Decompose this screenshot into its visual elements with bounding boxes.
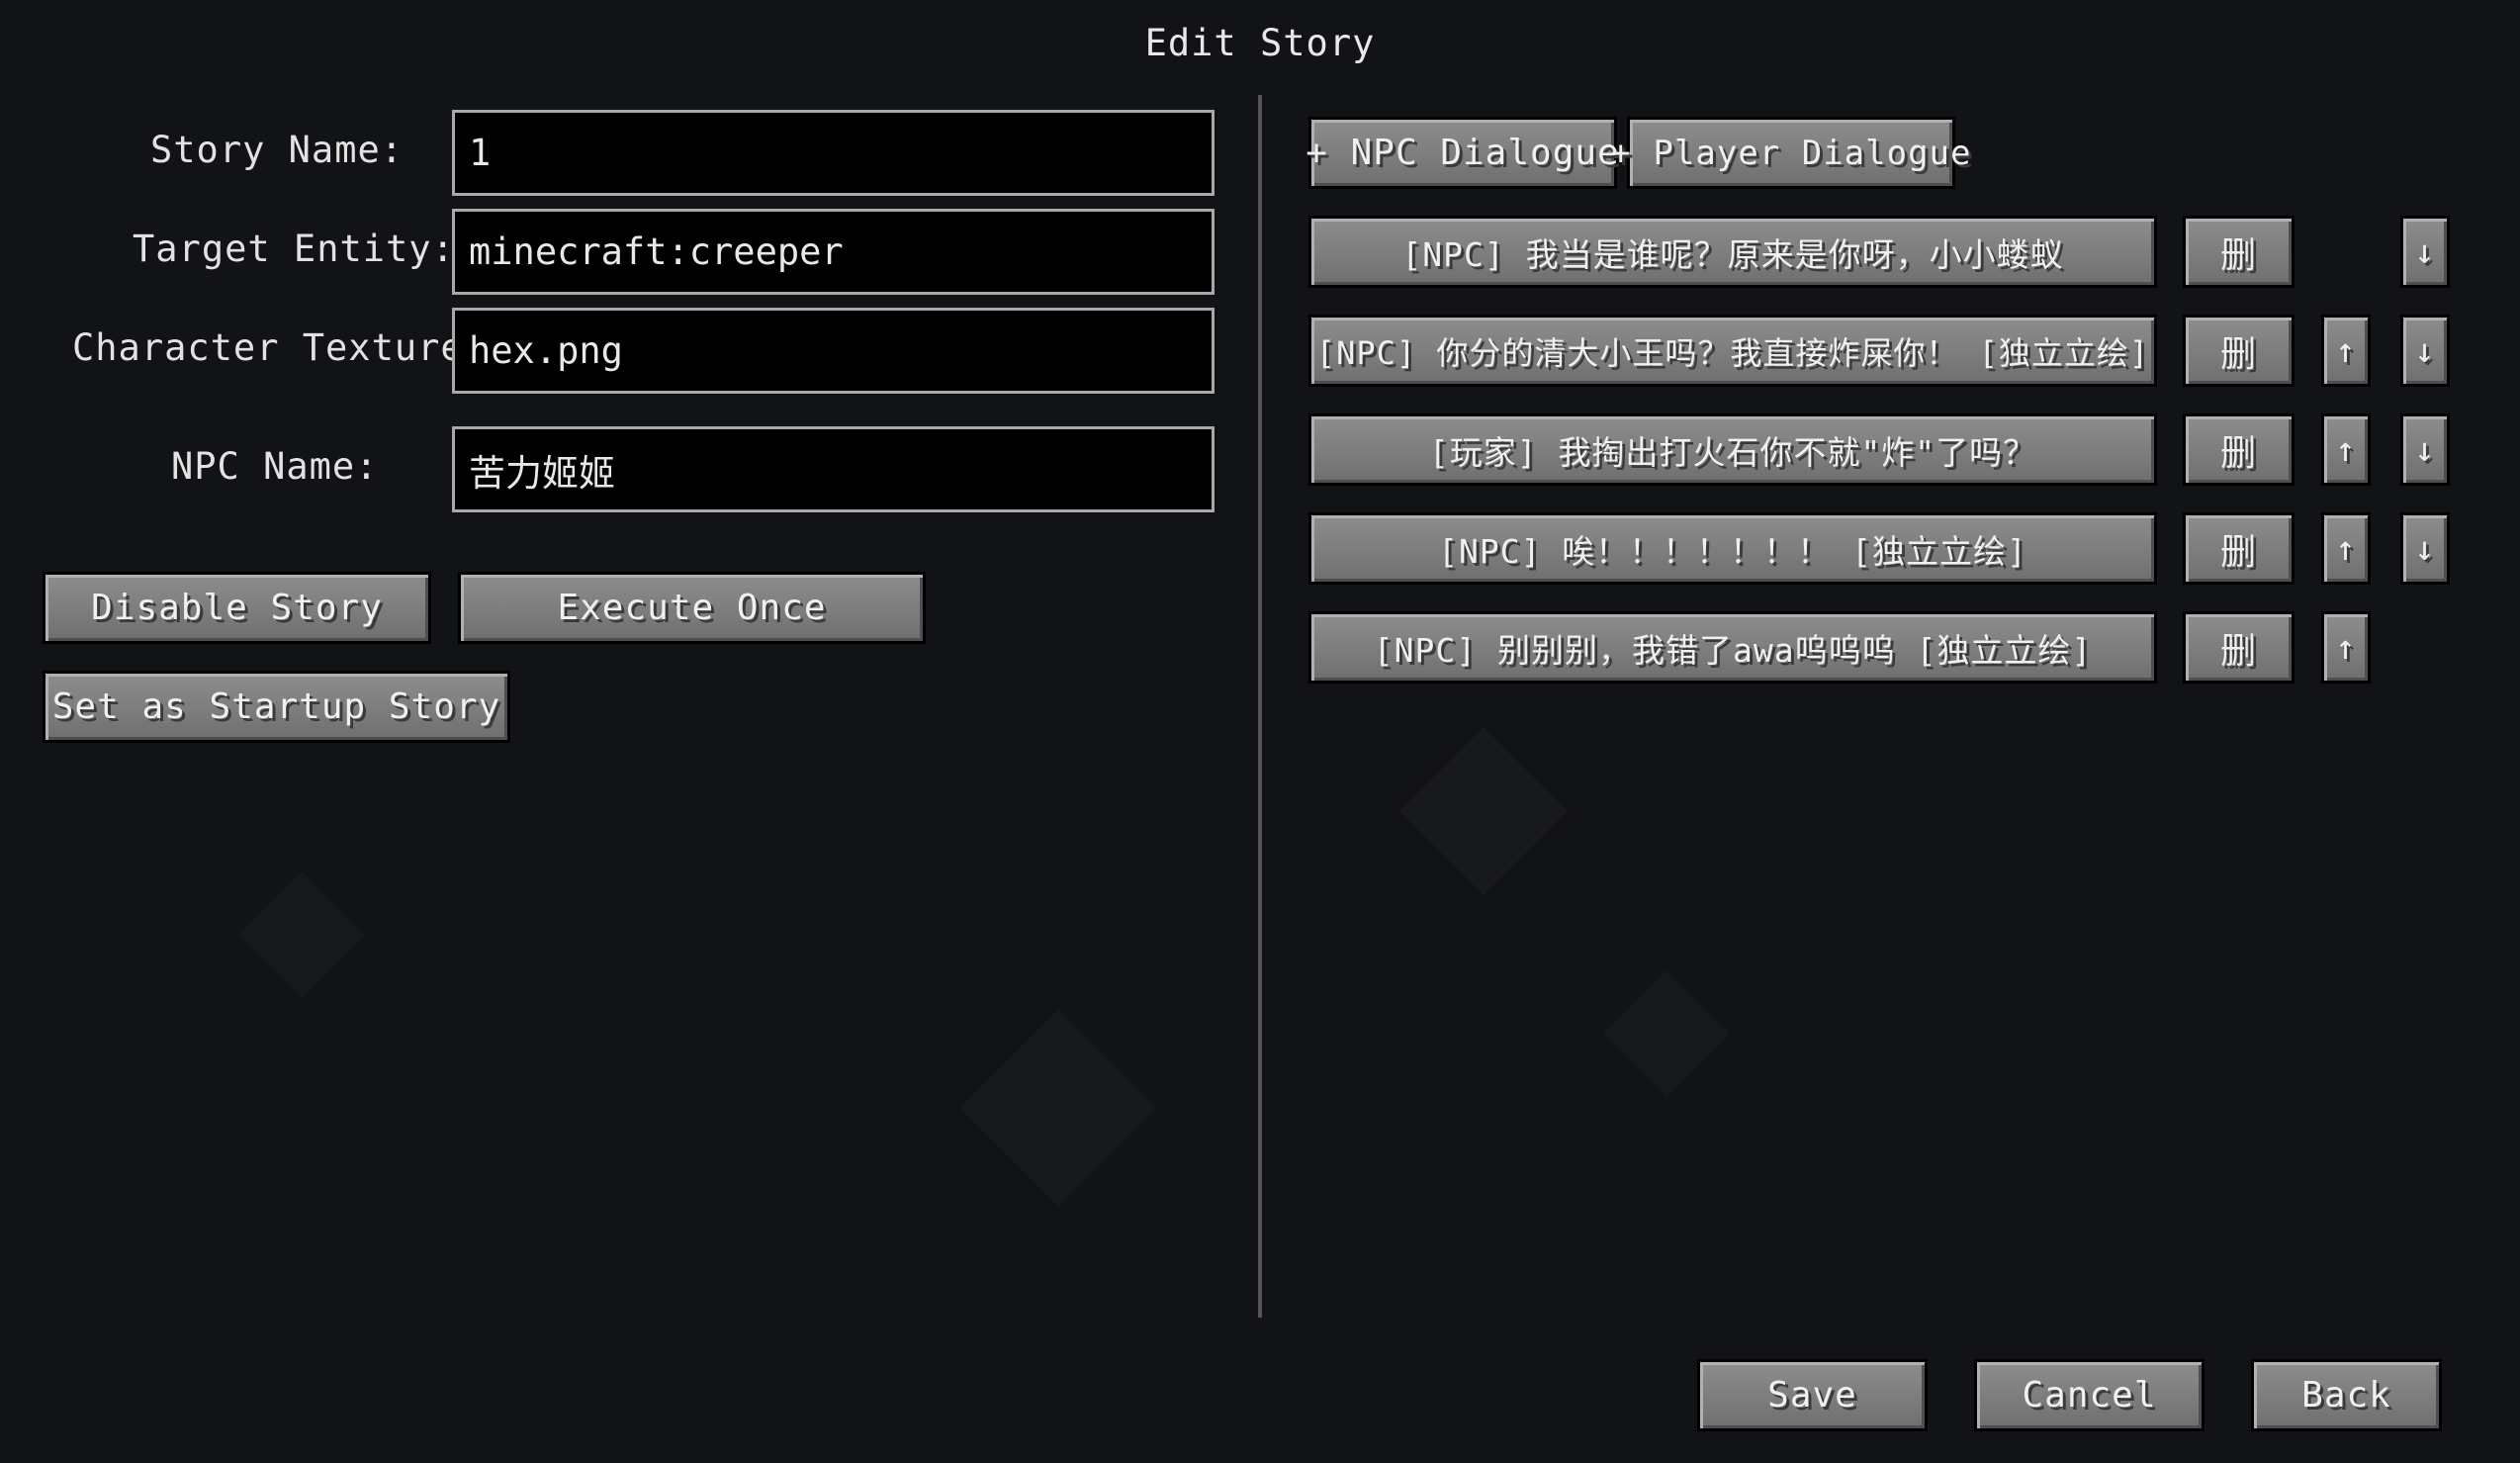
delete-dialogue-button[interactable]: 删 — [2183, 512, 2295, 585]
move-down-button[interactable]: ↓ — [2400, 315, 2450, 387]
delete-dialogue-button[interactable]: 删 — [2183, 413, 2295, 486]
page-title: Edit Story — [1144, 22, 1376, 64]
character-texture-input[interactable]: hex.png — [452, 308, 1215, 394]
add-player-dialogue-button[interactable]: + Player Dialogue — [1611, 117, 1971, 189]
background-decoration — [1603, 970, 1730, 1097]
delete-dialogue-button[interactable]: 删 — [2183, 611, 2295, 684]
dialogue-item[interactable]: [NPC] 你分的清大小王吗？我直接炸屎你！ [独立立绘] — [1308, 315, 2157, 387]
dialogue-item[interactable]: [NPC] 我当是谁呢？原来是你呀，小小蝼蚁 — [1308, 216, 2157, 288]
target-entity-label: Target Entity: — [133, 228, 455, 270]
move-up-button[interactable]: ↑ — [2321, 512, 2371, 585]
move-up-button[interactable]: ↑ — [2321, 413, 2371, 486]
delete-dialogue-button[interactable]: 删 — [2183, 216, 2295, 288]
story-name-input[interactable]: 1 — [452, 110, 1215, 196]
dialogue-item[interactable]: [NPC] 唉！！！！！！！ [独立立绘] — [1308, 512, 2157, 585]
add-npc-dialogue-button[interactable]: + NPC Dialogue — [1305, 117, 1619, 189]
execute-once-button[interactable]: Execute Once — [458, 572, 926, 644]
background-decoration — [1399, 727, 1568, 895]
move-up-button[interactable]: ↑ — [2321, 315, 2371, 387]
dialogue-item[interactable]: [玩家] 我掏出打火石你不就"炸"了吗？ — [1308, 413, 2157, 486]
npc-name-label: NPC Name: — [171, 445, 379, 488]
cancel-button[interactable]: Cancel — [1974, 1359, 2205, 1431]
story-name-label: Story Name: — [150, 129, 405, 171]
target-entity-input[interactable]: minecraft:creeper — [452, 209, 1215, 295]
set-startup-story-button[interactable]: Set as Startup Story — [43, 671, 510, 743]
background-decoration — [238, 871, 365, 998]
background-decoration — [960, 1010, 1156, 1206]
move-down-button[interactable]: ↓ — [2400, 216, 2450, 288]
save-button[interactable]: Save — [1697, 1359, 1928, 1431]
character-texture-label: Character Texture — [72, 326, 464, 369]
dialogue-item[interactable]: [NPC] 别别别，我错了awa呜呜呜 [独立立绘] — [1308, 611, 2157, 684]
move-down-button[interactable]: ↓ — [2400, 512, 2450, 585]
disable-story-button[interactable]: Disable Story — [43, 572, 431, 644]
back-button[interactable]: Back — [2251, 1359, 2442, 1431]
npc-name-input[interactable]: 苦力姬姬 — [452, 426, 1215, 512]
move-up-button[interactable]: ↑ — [2321, 611, 2371, 684]
delete-dialogue-button[interactable]: 删 — [2183, 315, 2295, 387]
panel-divider — [1258, 95, 1262, 1318]
move-down-button[interactable]: ↓ — [2400, 413, 2450, 486]
